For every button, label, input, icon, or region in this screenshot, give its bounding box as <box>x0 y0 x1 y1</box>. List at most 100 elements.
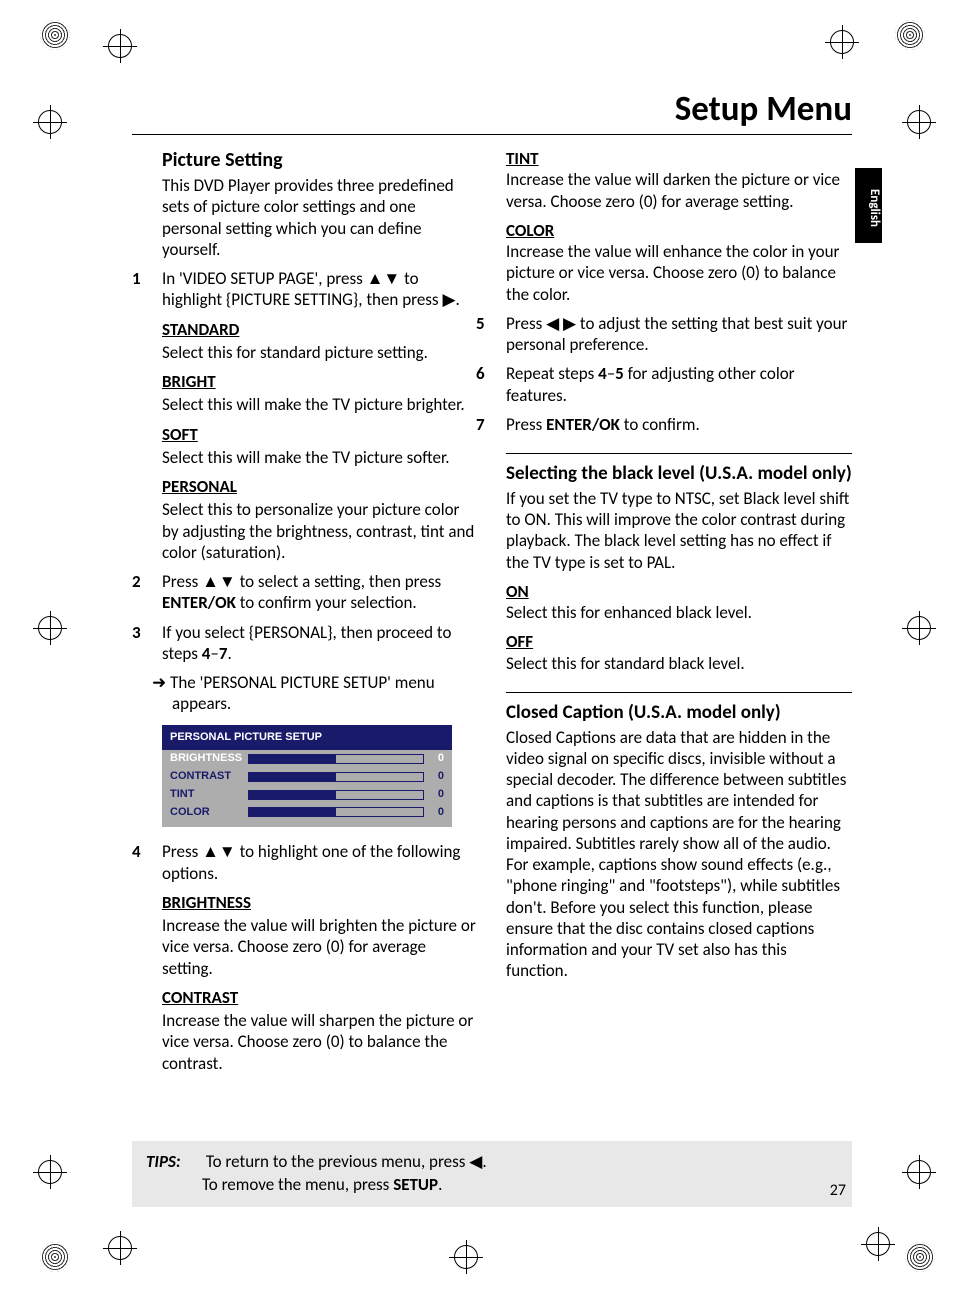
step-text: Press ENTER/OK to confirm. <box>506 414 852 435</box>
step-number: 5 <box>476 313 506 356</box>
text: Repeat steps <box>506 363 598 384</box>
step-number: 7 <box>476 414 506 435</box>
registration-cross-icon <box>907 1160 931 1184</box>
text: To return to the previous menu, press <box>206 1151 469 1172</box>
left-right-icon: ◀ ▶ <box>546 313 576 334</box>
step-text: Press ▲▼ to select a setting, then press… <box>162 571 478 614</box>
right-column: TINT Increase the value will darken the … <box>506 148 852 1082</box>
registration-cross-icon <box>454 1245 478 1269</box>
brightness-text: Increase the value will brighten the pic… <box>132 915 478 979</box>
text: Press <box>162 571 202 592</box>
menu-row-bar <box>248 754 424 764</box>
tint-text: Increase the value will darken the pictu… <box>506 169 852 212</box>
setup-label: SETUP <box>393 1174 438 1195</box>
menu-row: COLOR 0 <box>162 804 452 822</box>
menu-row-bar <box>248 807 424 817</box>
heading-text: TINT <box>506 148 539 169</box>
step-text: Repeat steps 4–5 for adjusting other col… <box>506 363 852 406</box>
contrast-heading: CONTRAST <box>132 987 478 1008</box>
soft-text: Select this will make the TV picture sof… <box>132 447 478 468</box>
menu-title: PERSONAL PICTURE SETUP <box>162 725 452 751</box>
menu-row: CONTRAST 0 <box>162 768 452 786</box>
text: Press <box>506 414 546 435</box>
heading-text: BRIGHTNESS <box>162 892 251 913</box>
registration-cross-icon <box>907 110 931 134</box>
registration-mark-icon <box>40 1242 70 1272</box>
text: To remove the menu, press <box>202 1174 393 1195</box>
tips-line1: To return to the previous menu, press ◀. <box>206 1151 487 1172</box>
enter-ok-label: ENTER/OK <box>546 414 620 435</box>
step-text: Press ▲▼ to highlight one of the followi… <box>162 841 478 884</box>
black-level-intro: If you set the TV type to NTSC, set Blac… <box>506 488 852 573</box>
step-number: 6 <box>476 363 506 406</box>
personal-text: Select this to personalize your picture … <box>132 499 478 563</box>
menu-row-value: 0 <box>430 770 444 784</box>
contrast-text: Increase the value will sharpen the pict… <box>132 1010 478 1074</box>
enter-ok-label: ENTER/OK <box>162 592 236 613</box>
text: Press <box>162 841 202 862</box>
off-text: Select this for standard black level. <box>506 653 852 674</box>
picture-setting-heading: Picture Setting <box>132 148 478 173</box>
heading-text: OFF <box>506 631 533 652</box>
page-title: Setup Menu <box>132 88 852 135</box>
content-sheet: Setup Menu Picture Setting This DVD Play… <box>132 88 852 1237</box>
registration-cross-icon <box>38 110 62 134</box>
text: to confirm your selection. <box>236 592 417 613</box>
step-number: 1 <box>132 268 162 311</box>
step-6: 6 Repeat steps 4–5 for adjusting other c… <box>476 363 852 406</box>
on-heading: ON <box>506 581 852 602</box>
text: 4 <box>598 363 607 384</box>
step-number: 4 <box>132 841 162 884</box>
registration-mark-icon <box>40 20 70 50</box>
color-heading: COLOR <box>506 220 852 241</box>
brightness-heading: BRIGHTNESS <box>132 892 478 913</box>
divider <box>506 453 852 454</box>
left-column: Picture Setting This DVD Player provides… <box>132 148 478 1082</box>
up-down-icon: ▲▼ <box>367 268 401 289</box>
registration-cross-icon <box>108 1236 132 1260</box>
up-down-icon: ▲▼ <box>202 571 236 592</box>
registration-cross-icon <box>907 616 931 640</box>
text: to select a setting, then press <box>236 571 441 592</box>
text: . <box>228 643 232 664</box>
registration-cross-icon <box>38 1160 62 1184</box>
text: . <box>456 289 460 310</box>
right-icon: ▶ <box>442 289 455 310</box>
columns: Picture Setting This DVD Player provides… <box>132 148 852 1082</box>
personal-picture-setup-menu: PERSONAL PICTURE SETUP BRIGHTNESS 0 CONT… <box>162 725 452 828</box>
closed-caption-text: Closed Captions are data that are hidden… <box>506 727 852 982</box>
step-text: In 'VIDEO SETUP PAGE', press ▲▼ to highl… <box>162 268 478 311</box>
step-3: 3 If you select {PERSONAL}, then proceed… <box>132 622 478 665</box>
menu-row: TINT 0 <box>162 786 452 804</box>
text: In 'VIDEO SETUP PAGE', press <box>162 268 367 289</box>
step-text: If you select {PERSONAL}, then proceed t… <box>162 622 478 665</box>
text: 5 <box>615 363 624 384</box>
menu-row-label: TINT <box>170 788 248 802</box>
black-level-heading: Selecting the black level (U.S.A. model … <box>506 462 852 486</box>
step-1: 1 In 'VIDEO SETUP PAGE', press ▲▼ to hig… <box>132 268 478 311</box>
color-text: Increase the value will enhance the colo… <box>506 241 852 305</box>
standard-heading: STANDARD <box>132 319 478 340</box>
picture-setting-intro: This DVD Player provides three predefine… <box>132 175 478 260</box>
text: – <box>210 643 218 664</box>
step-text: Press ◀ ▶ to adjust the setting that bes… <box>506 313 852 356</box>
step-7: 7 Press ENTER/OK to confirm. <box>476 414 852 435</box>
step-5: 5 Press ◀ ▶ to adjust the setting that b… <box>476 313 852 356</box>
page-number: 27 <box>830 1181 846 1201</box>
registration-mark-icon <box>905 1242 935 1272</box>
left-icon: ◀ <box>469 1151 482 1172</box>
heading-text: COLOR <box>506 220 554 241</box>
text: – <box>607 363 615 384</box>
text: . <box>482 1151 486 1172</box>
text: . <box>438 1174 442 1195</box>
text: Press <box>506 313 546 334</box>
menu-row-label: CONTRAST <box>170 770 248 784</box>
menu-row-bar <box>248 790 424 800</box>
menu-row-label: BRIGHTNESS <box>170 752 248 766</box>
heading-text: BRIGHT <box>162 371 216 392</box>
menu-row-value: 0 <box>430 806 444 820</box>
menu-row-label: COLOR <box>170 806 248 820</box>
divider <box>506 692 852 693</box>
tint-heading: TINT <box>506 148 852 169</box>
registration-cross-icon <box>108 34 132 58</box>
